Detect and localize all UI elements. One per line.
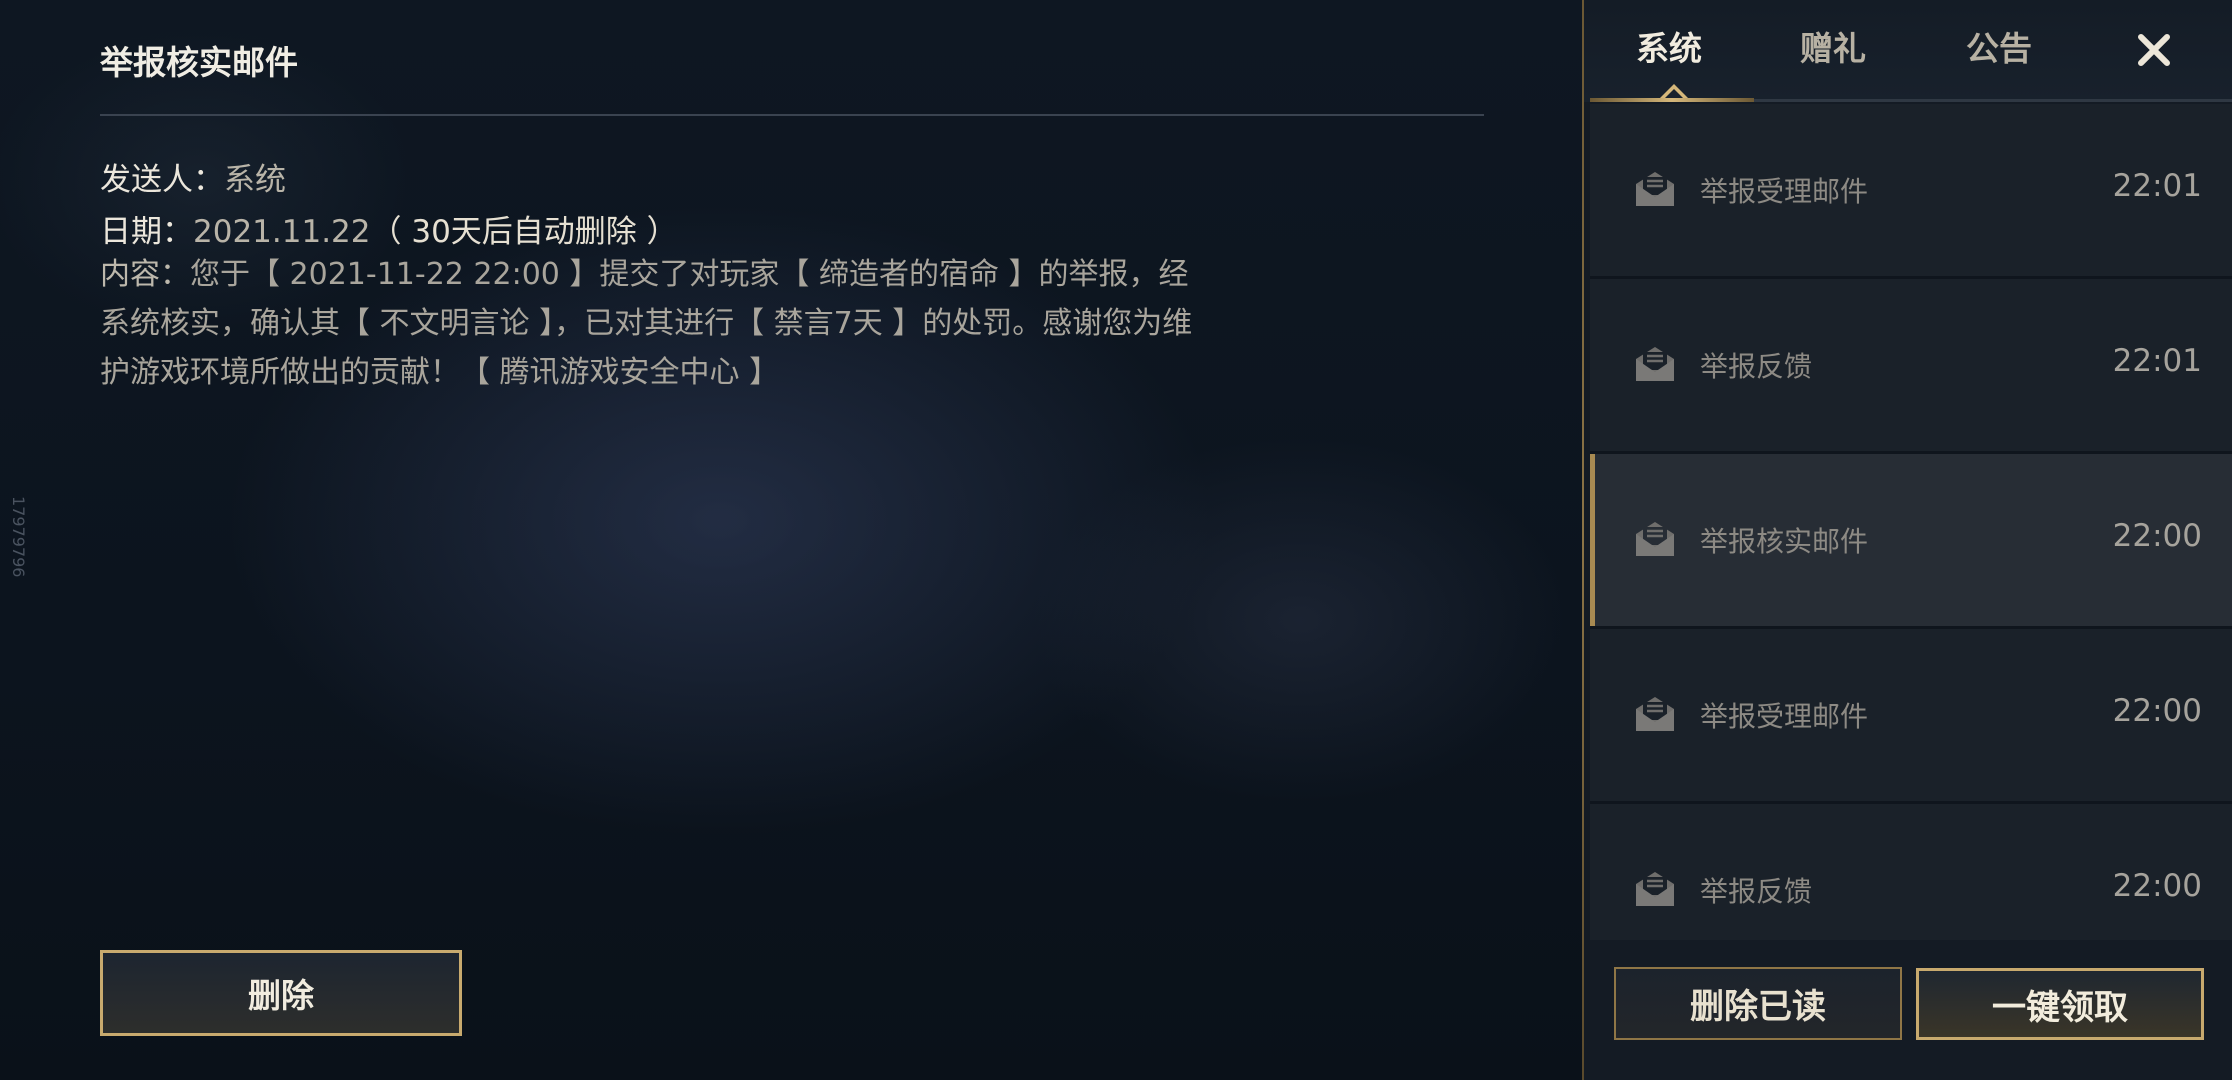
mail-time: 22:00 (2112, 868, 2202, 904)
mail-time: 22:00 (2112, 518, 2202, 554)
mail-subject: 举报受理邮件 (1700, 175, 1869, 208)
tab-gift[interactable]: 赠礼 (1800, 22, 1866, 70)
content-text: 您于【 2021-11-22 22:00 】提交了对玩家【 缔造者的宿命 】的举… (100, 257, 1193, 390)
mail-detail-title: 举报核实邮件 (100, 43, 298, 82)
mail-open-icon (1636, 522, 1674, 556)
tab-notice[interactable]: 公告 (1966, 22, 2032, 70)
mail-tabs: 系统 赠礼 公告 (1584, 0, 2232, 102)
mail-list-item[interactable]: 举报受理邮件 22:01 (1590, 104, 2232, 279)
date-line: 日期：2021.11.22（ 30天后自动删除 ） (100, 206, 678, 251)
mail-content: 内容：您于【 2021-11-22 22:00 】提交了对玩家【 缔造者的宿命 … (100, 250, 1200, 397)
delete-read-button[interactable]: 删除已读 (1614, 967, 1902, 1040)
mail-time: 22:00 (2112, 693, 2202, 729)
close-glyph (2138, 34, 2170, 66)
mail-list-item-selected[interactable]: 举报核实邮件 22:00 (1590, 454, 2232, 629)
title-divider (100, 114, 1484, 116)
sender-line: 发送人：系统 (100, 154, 286, 199)
active-tab-caret-icon (1660, 84, 1688, 98)
active-tab-underline (1590, 98, 1754, 102)
mail-list: 举报受理邮件 22:01 举报反馈 22:01 举报核实邮件 22:00 举报受… (1590, 104, 2232, 979)
date-value: 2021.11.22 (193, 214, 371, 250)
mail-subject: 举报受理邮件 (1700, 700, 1869, 733)
date-label: 日期： (100, 214, 193, 250)
mail-subject: 举报反馈 (1700, 350, 1813, 383)
side-id-code: 17979796 (9, 496, 28, 578)
mail-time: 22:01 (2112, 343, 2202, 379)
sender-label: 发送人： (100, 162, 224, 198)
tab-system[interactable]: 系统 (1636, 22, 1702, 70)
mail-subject: 举报反馈 (1700, 875, 1813, 908)
mail-detail-pane: 举报核实邮件 发送人：系统 日期：2021.11.22（ 30天后自动删除 ） … (0, 0, 1584, 1080)
mail-open-icon (1636, 347, 1674, 381)
claim-all-button[interactable]: 一键领取 (1916, 968, 2204, 1040)
delete-button[interactable]: 删除 (100, 950, 462, 1036)
mail-open-icon (1636, 697, 1674, 731)
mail-open-icon (1636, 172, 1674, 206)
mail-open-icon (1636, 872, 1674, 906)
auto-delete-note: （ 30天后自动删除 ） (370, 214, 678, 250)
content-label: 内容： (100, 257, 190, 292)
mail-subject: 举报核实邮件 (1700, 525, 1869, 558)
mail-list-panel: 系统 赠礼 公告 举报受理邮件 22:01 举报反馈 22:01 举报核实邮件 … (1584, 0, 2232, 1080)
sender-value: 系统 (224, 162, 286, 198)
mail-time: 22:01 (2112, 168, 2202, 204)
mail-list-item[interactable]: 举报反馈 22:01 (1590, 279, 2232, 454)
mail-list-item[interactable]: 举报受理邮件 22:00 (1590, 629, 2232, 804)
close-icon[interactable] (2122, 18, 2186, 82)
